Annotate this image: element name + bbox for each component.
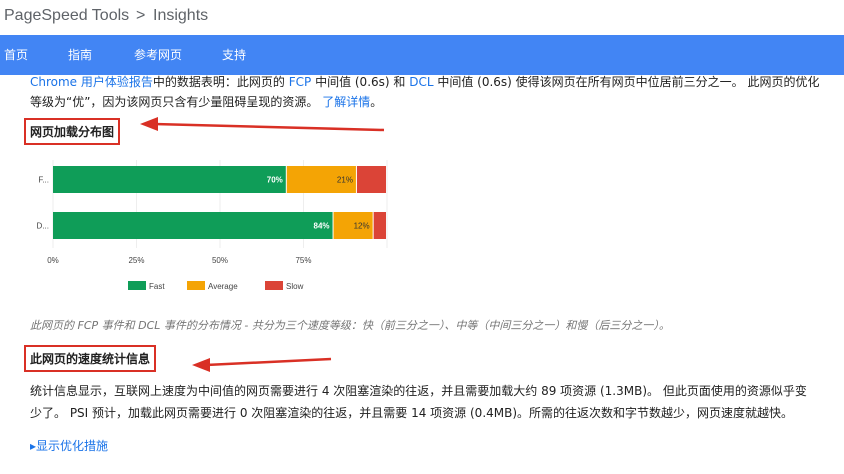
learn-more-link[interactable]: 了解详情 [322,95,370,109]
section-title-speed-stats: 此网页的速度统计信息 [24,345,157,372]
top-nav: 首页 指南 参考网页 支持 [0,35,844,75]
legend-swatch [265,281,283,290]
legend-label: Fast [149,282,165,291]
nav-item-reference[interactable]: 参考网页 [134,46,182,63]
category-label: F... [38,176,49,185]
show-optimizations-link[interactable]: ▸显示优化措施 [30,437,108,454]
stats-paragraph: 统计信息显示，互联网上速度为中间值的网页需要进行 4 次阻塞渲染的往返，并且需要… [30,380,844,424]
chart-caption: 此网页的 FCP 事件和 DCL 事件的分布情况 - 共分为三个速度等级：快（前… [30,319,670,332]
annotation-arrow [140,117,385,132]
bar-data-label: 12% [354,222,370,231]
dcl-link[interactable]: DCL [409,75,433,89]
legend-swatch [128,281,146,290]
bar-segment [373,212,386,239]
category-label: D... [37,222,49,231]
bar-segment [356,166,386,193]
intro-text: 等级为“优”，因为该网页只含有少量阻碍呈现的资源。 [30,95,323,109]
stats-text: 少了。 PSI 预计，加载此网页需要进行 0 次阻塞渲染的往返，并且需要 14 … [30,406,794,420]
bar-data-label: 70% [267,176,283,185]
legend-swatch [187,281,205,290]
nav-item-support[interactable]: 支持 [222,46,246,63]
load-distribution-chart: F... 70% 21% D... 84% 12% 0% 25% 50% 75% Fast Avera… [37,160,388,291]
intro-text: 。 [370,95,383,109]
bar-segment [53,212,333,239]
nav-item-guides[interactable]: 指南 [68,46,92,63]
breadcrumb-page[interactable]: Insights [153,7,208,25]
intro-text: 中间值 (0.6s) 和 [311,75,410,89]
intro-paragraph: Chrome 用户体验报告中的数据表明：此网页的 FCP 中间值 (0.6s) … [30,72,844,112]
stats-text: 统计信息显示，互联网上速度为中间值的网页需要进行 4 次阻塞渲染的往返，并且需要… [30,384,807,398]
x-tick-label: 50% [212,256,228,265]
bar-data-label: 84% [314,222,330,231]
chevron-right-icon: > [136,7,146,24]
x-tick-label: 75% [295,256,311,265]
fcp-link[interactable]: FCP [289,75,312,89]
annotation-arrow [192,357,332,372]
nav-item-home[interactable]: 首页 [4,46,28,63]
bar-segment [53,166,286,193]
bar-data-label: 21% [337,176,353,185]
crux-report-link[interactable]: Chrome 用户体验报告 [30,75,153,89]
legend-label: Average [208,282,238,291]
legend-label: Slow [286,282,304,291]
section-title-load-distribution: 网页加载分布图 [24,118,121,145]
intro-text: 中间值 (0.6s) 使得该网页在所有网页中位居前三分之一。 此网页的优化 [433,75,820,89]
x-tick-label: 0% [47,256,59,265]
breadcrumb-app[interactable]: PageSpeed Tools [4,7,129,25]
breadcrumb: PageSpeed Tools > Insights [0,0,844,35]
x-tick-label: 25% [128,256,144,265]
intro-text: 中的数据表明：此网页的 [152,75,289,89]
